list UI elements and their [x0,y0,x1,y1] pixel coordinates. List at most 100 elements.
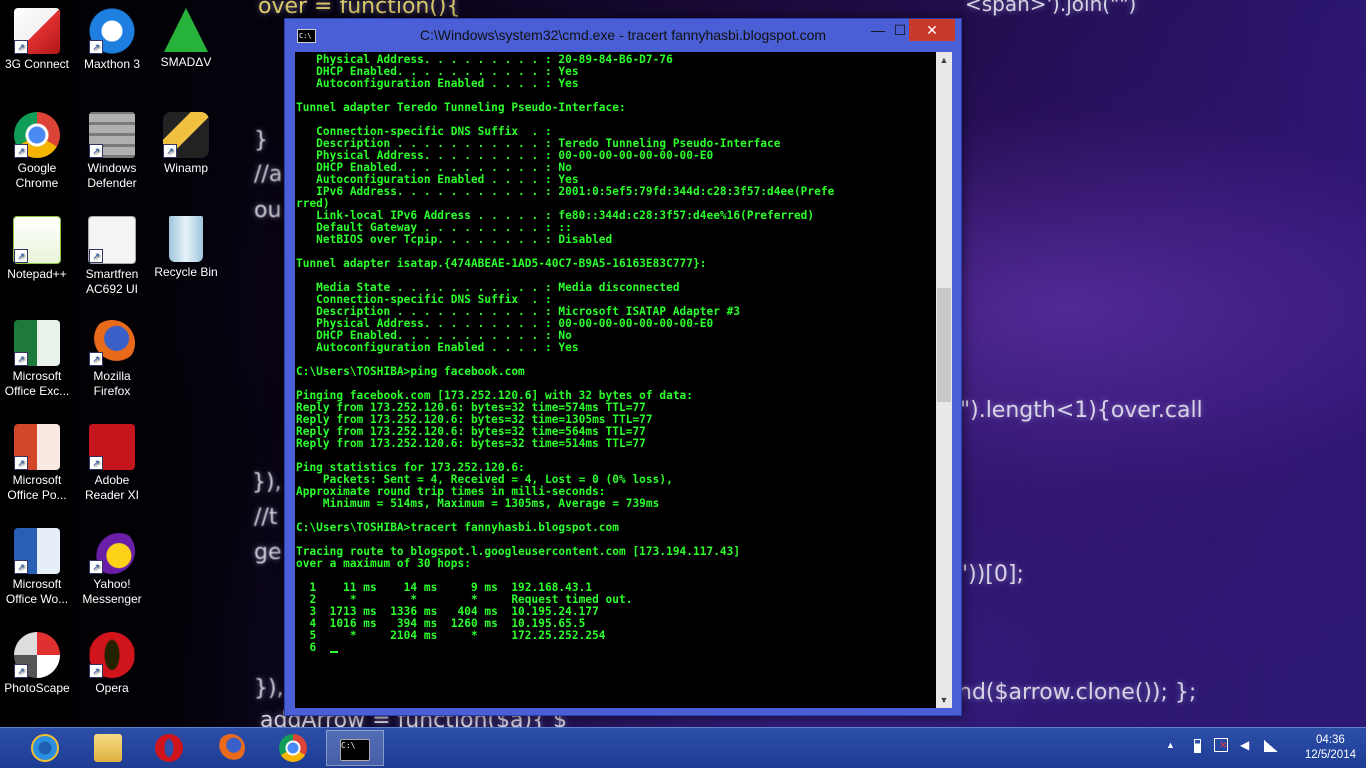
desktop-icon-photoscape[interactable]: ↗ PhotoScape [0,632,74,696]
desktop-icon-label: Notepad++ [7,267,67,281]
wallpaper-code: } [254,128,268,153]
desktop-icon-excel[interactable]: ↗ Microsoft Office Exc... [0,320,74,399]
shortcut-arrow-icon: ↗ [14,352,28,366]
desktop-icon-smartfren[interactable]: ↗ Smartfren AC692 UI [75,216,149,297]
shortcut-arrow-icon: ↗ [14,560,28,574]
scroll-up-arrow-icon[interactable]: ▲ [936,52,952,68]
scrollbar-thumb[interactable] [937,288,951,402]
chrome-icon [279,734,307,762]
desktop-icon-adobe-reader[interactable]: ↗ Adobe Reader XI [75,424,149,503]
shortcut-arrow-icon: ↗ [14,144,28,158]
desktop-icon-winamp[interactable]: ↗ Winamp [149,112,223,176]
wallpaper-code: ge [254,540,282,565]
desktop-icon-recycle-bin[interactable]: Recycle Bin [149,216,223,280]
desktop-icon-label: Opera [95,681,129,695]
desktop-icon-label: PhotoScape [4,681,70,695]
shortcut-arrow-icon: ↗ [89,249,103,263]
volume-icon[interactable]: ◀ [1240,738,1249,752]
taskbar-firefox[interactable] [202,730,260,766]
desktop-icon-firefox[interactable]: ↗ Mozilla Firefox [75,320,149,399]
word-icon: ↗ [14,528,60,574]
cmd-window-title: C:\Windows\system32\cmd.exe - tracert fa… [419,27,827,43]
desktop-icon-label: Recycle Bin [154,265,218,279]
close-button[interactable]: ✕ [909,19,955,41]
console-line: Tunnel adapter Teredo Tunneling Pseudo-I… [296,101,626,114]
shortcut-arrow-icon: ↗ [89,40,103,54]
console-line: Reply from 173.252.120.6: bytes=32 time=… [296,437,646,450]
console-line: Autoconfiguration Enabled . . . . : Yes [296,341,579,354]
wallpaper-code: <span>').join("") [965,0,1137,16]
chrome-icon: ↗ [14,112,60,158]
shortcut-arrow-icon: ↗ [14,40,28,54]
taskbar-cmd[interactable]: C:\ [326,730,384,766]
vertical-scrollbar[interactable]: ▲ ▼ [936,52,952,708]
clock-time: 04:36 [1316,734,1345,746]
wallpaper-code: nd($arrow.clone()); }; [958,680,1197,705]
firefox-icon: ↗ [89,320,135,366]
console-text: Physical Address. . . . . . . . . : 20-8… [295,52,936,654]
battery-icon[interactable] [1194,739,1201,753]
desktop-icon-label: SMADΔV [160,55,212,69]
desktop-icon-label: Smartfren AC692 UI [85,267,139,296]
cmd-title-bar[interactable]: C:\ C:\Windows\system32\cmd.exe - tracer… [285,19,961,51]
wallpaper-code: }), [252,470,282,495]
desktop-icon-label: Adobe Reader XI [84,473,140,502]
taskbar: C:\ ▲ ✕ ◀ 04:36 12/5/2014 [0,727,1366,768]
console-line: C:\Users\TOSHIBA>ping facebook.com [296,365,525,378]
taskbar-chrome[interactable] [264,730,322,766]
console-line: 6 [296,641,330,654]
desktop-icon-google-chrome[interactable]: ↗ Google Chrome [0,112,74,191]
signal-strength-icon[interactable] [1264,740,1278,752]
desktop-icon-label: Mozilla Firefox [93,369,131,398]
file-explorer-icon [94,734,122,762]
desktop-icon-label: Windows Defender [87,161,137,190]
console-line: C:\Users\TOSHIBA>tracert fannyhasbi.blog… [296,521,619,534]
yahoo-messenger-icon: ↗ [89,528,135,574]
shortcut-arrow-icon: ↗ [163,144,177,158]
desktop-icon-maxthon[interactable]: ↗ Maxthon 3 [75,8,149,72]
excel-icon: ↗ [14,320,60,366]
console-line: IPv6 Address. . . . . . . . . . . : 2001… [296,185,835,198]
shortcut-arrow-icon: ↗ [89,456,103,470]
wallpaper-code: ou [254,198,282,223]
desktop-icon-word[interactable]: ↗ Microsoft Office Wo... [0,528,74,607]
desktop-icon-label: Google Chrome [15,161,59,190]
shortcut-arrow-icon: ↗ [89,352,103,366]
smadav-icon [164,8,208,52]
desktop-icon-windows-defender[interactable]: ↗ Windows Defender [75,112,149,191]
scroll-down-arrow-icon[interactable]: ▼ [936,692,952,708]
opera-icon: ↗ [89,632,135,678]
clock-date: 12/5/2014 [1304,749,1356,761]
adobe-reader-icon: ↗ [89,424,135,470]
cmd-console-output[interactable]: Physical Address. . . . . . . . . : 20-8… [295,52,936,708]
wallpaper-code: ").length<1){over.call [960,398,1203,423]
maxthon-icon: ↗ [89,8,135,54]
desktop-icon-label: Microsoft Office Exc... [4,369,70,398]
clock[interactable]: 04:36 12/5/2014 [1305,733,1356,763]
network-disconnected-icon[interactable]: ✕ [1214,738,1228,752]
system-tray: ▲ ✕ ◀ [1160,728,1290,768]
desktop-icon-powerpoint[interactable]: ↗ Microsoft Office Po... [0,424,74,503]
taskbar-internet-explorer[interactable] [16,730,74,766]
desktop-icon-opera[interactable]: ↗ Opera [75,632,149,696]
smartfren-icon: ↗ [88,216,136,264]
console-line: 5 * 2104 ms * 172.25.252.254 [296,629,606,642]
desktop-icon-notepadpp[interactable]: ↗ Notepad++ [0,216,74,282]
taskbar-opera[interactable] [140,730,198,766]
shortcut-arrow-icon: ↗ [14,456,28,470]
desktop-icon-smadav[interactable]: SMADΔV [149,8,223,70]
wallpaper-code: //t [254,505,278,530]
desktop-icon-yahoo-messenger[interactable]: ↗ Yahoo! Messenger [75,528,149,607]
winamp-icon: ↗ [163,112,209,158]
show-hidden-icons-button[interactable]: ▲ [1166,740,1175,750]
cmd-window[interactable]: C:\ C:\Windows\system32\cmd.exe - tracer… [284,18,962,716]
shortcut-arrow-icon: ↗ [89,664,103,678]
console-cursor [329,651,338,653]
console-line: NetBIOS over Tcpip. . . . . . . . : Disa… [296,233,613,246]
desktop-icon-3g-connect[interactable]: ↗ 3G Connect [0,8,74,72]
console-line: over a maximum of 30 hops: [296,557,471,570]
shortcut-arrow-icon: ↗ [14,249,28,263]
desktop-icon-label: Winamp [163,161,208,175]
taskbar-file-explorer[interactable] [79,730,137,766]
desktop-icon-label: Microsoft Office Po... [7,473,67,502]
